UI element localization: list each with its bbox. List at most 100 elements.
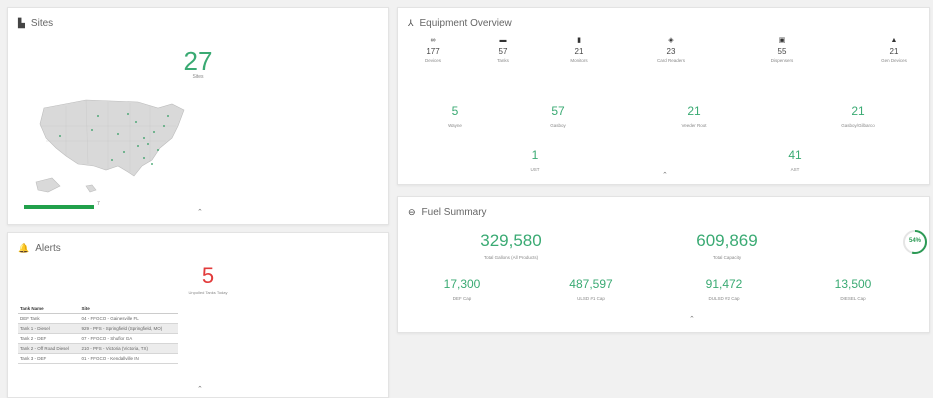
dispenser-icon: ▣: [778, 37, 786, 44]
tank-type-ust[interactable]: 1 UST: [495, 148, 575, 172]
dulsd2-cap: 91,472 DULSD #2 Cap: [674, 277, 774, 301]
manufacturer-label: Veeder Root: [681, 123, 707, 128]
sites-card: ▙ Sites 27 Sites 7 ⌃: [7, 7, 389, 225]
total-capacity-value: 609,869: [696, 231, 758, 250]
column-header-tank-name[interactable]: Tank Name: [18, 304, 80, 314]
equipment-label: Tanks: [497, 58, 509, 63]
equipment-label: Devices: [424, 58, 441, 63]
equipment-monitors[interactable]: ▮ 21 Monitors: [544, 36, 614, 63]
equipment-tanks[interactable]: ▬ 57 Tanks: [468, 36, 538, 63]
alerts-title-text: Alerts: [35, 243, 61, 254]
manufacturer-label: Wayne: [448, 123, 462, 128]
sitemap-icon: ⅄: [408, 18, 414, 28]
manufacturer-veeder-root[interactable]: 21 Veeder Root: [654, 104, 734, 128]
fuel-icon: ⊖: [408, 207, 416, 217]
tank-type-value: 41: [788, 148, 802, 162]
tank-name-cell: Tank 1 - Diesel: [18, 323, 80, 334]
equipment-dispensers[interactable]: ▣ 55 Dispensers: [747, 36, 817, 63]
table-row[interactable]: Tank 2 - Off Road Diesel 210 - PFS - Vic…: [18, 343, 178, 354]
alerts-count-label: Unpolled Tanks Today: [188, 290, 228, 295]
fuel-collapse-icon[interactable]: ⌃: [689, 315, 695, 323]
fuel-summary-card: ⊖ Fuel Summary 329,580 Total Gallons (Al…: [397, 196, 930, 333]
site-cell: 929 - PFS - Springfield (Springfield, MO…: [79, 323, 178, 334]
alerts-card: 🔔 Alerts 5 Unpolled Tanks Today Tank Nam…: [7, 232, 389, 398]
fuel-title-text: Fuel Summary: [421, 207, 487, 218]
equipment-value: 55: [777, 47, 787, 56]
equipment-label: Dispensers: [770, 58, 794, 63]
total-capacity-label: Total Capacity: [712, 255, 742, 260]
fuel-title: ⊖ Fuel Summary: [408, 207, 487, 218]
card-reader-icon: ◈: [668, 37, 674, 44]
infinity-icon: ∞: [430, 37, 436, 44]
equipment-value: 23: [666, 47, 676, 56]
bell-icon: 🔔: [18, 243, 30, 253]
cap-value: 487,597: [569, 277, 613, 291]
equipment-devices[interactable]: ∞ 177 Devices: [398, 36, 468, 63]
diesel-cap: 13,500 DIESEL Cap: [803, 277, 903, 301]
map-legend-label: 7: [97, 201, 100, 207]
table-row[interactable]: Tank 1 - Diesel 929 - PFS - Springfield …: [18, 323, 178, 334]
equipment-value: 21: [889, 47, 899, 56]
site-cell: 210 - PFS - Victoria (Victoria, TX): [79, 343, 178, 354]
alerts-title: 🔔 Alerts: [18, 243, 61, 254]
total-gallons: 329,580 Total Gallons (All Products): [431, 231, 591, 260]
cap-label: DIESEL Cap: [840, 296, 866, 301]
equipment-value: 177: [426, 47, 440, 56]
manufacturer-label: Gasboy: [550, 123, 566, 128]
equipment-value: 57: [498, 47, 508, 56]
manufacturer-wayne[interactable]: 5 Wayne: [415, 104, 495, 128]
manufacturer-value: 5: [451, 104, 459, 118]
table-row[interactable]: DEF Tank 04 - FFGCO - Gainesville FL: [18, 313, 178, 324]
cap-label: DULSD #2 Cap: [708, 296, 740, 301]
cap-value: 91,472: [705, 277, 743, 291]
cap-value: 13,500: [834, 277, 872, 291]
tank-type-value: 1: [531, 148, 539, 162]
column-header-site[interactable]: Site: [79, 304, 178, 314]
site-cell: 01 - FFGCO - Kendallville IN: [79, 353, 178, 364]
us-map[interactable]: [26, 86, 196, 196]
equipment-card-readers[interactable]: ◈ 23 Card Readers: [636, 36, 706, 63]
tank-name-cell: Tank 2 - Off Road Diesel: [18, 343, 80, 354]
sites-count: 27: [183, 46, 213, 76]
equipment-overview-card: ⅄ Equipment Overview ∞ 177 Devices ▬ 57 …: [397, 7, 930, 185]
cap-label: ULSD #1 Cap: [577, 296, 605, 301]
equipment-label: Monitors: [570, 58, 588, 63]
equipment-label: Card Readers: [656, 58, 685, 63]
alerts-collapse-icon[interactable]: ⌃: [197, 385, 203, 393]
sites-count-label: Sites: [192, 74, 204, 80]
chart-icon: ▮: [577, 37, 581, 44]
tank-name-cell: Tank 3 - DEF: [18, 353, 80, 364]
cap-value: 17,300: [443, 277, 481, 291]
table-row[interactable]: Tank 2 - DEF 07 - FFGCO - Shuflor GA: [18, 333, 178, 344]
equipment-collapse-icon[interactable]: ⌃: [662, 171, 668, 179]
manufacturer-label: Gasboy/Gilbarco: [841, 123, 875, 128]
site-cell: 07 - FFGCO - Shuflor GA: [79, 333, 178, 344]
manufacturer-value: 57: [551, 104, 565, 118]
tank-table: Tank Name Site DEF Tank 04 - FFGCO - Gai…: [18, 304, 178, 364]
building-icon: ▙: [18, 18, 25, 28]
equipment-summary-row: ∞ 177 Devices ▬ 57 Tanks ▮ 21 Monitors ◈…: [398, 36, 931, 81]
manufacturer-gasboy[interactable]: 57 Gasboy: [518, 104, 598, 128]
equipment-value: 21: [574, 47, 584, 56]
total-gallons-label: Total Gallons (All Products): [483, 255, 539, 260]
gauge-percent-label: 54%: [908, 238, 921, 244]
tank-name-cell: Tank 2 - DEF: [18, 333, 80, 344]
def-cap: 17,300 DEF Cap: [412, 277, 512, 301]
manufacturer-gasboy-gilbarco[interactable]: 21 Gasboy/Gilbarco: [818, 104, 898, 128]
map-legend-bar: [24, 205, 94, 209]
total-gallons-value: 329,580: [480, 231, 542, 250]
manufacturer-value: 21: [851, 104, 865, 118]
gen-device-icon: ▲: [890, 37, 898, 44]
tank-icon: ▬: [499, 37, 507, 44]
table-row[interactable]: Tank 3 - DEF 01 - FFGCO - Kendallville I…: [18, 353, 178, 364]
sites-title-text: Sites: [30, 18, 54, 29]
ulsd1-cap: 487,597 ULSD #1 Cap: [541, 277, 641, 301]
sites-collapse-icon[interactable]: ⌃: [197, 208, 203, 216]
tank-type-ast[interactable]: 41 AST: [755, 148, 835, 172]
equipment-title-text: Equipment Overview: [419, 18, 512, 29]
equipment-gen-devices[interactable]: ▲ 21 Gen Devices: [859, 36, 929, 63]
total-capacity: 609,869 Total Capacity: [647, 231, 807, 260]
sites-title: ▙ Sites: [18, 18, 53, 29]
site-cell: 04 - FFGCO - Gainesville FL: [79, 313, 178, 324]
manufacturer-value: 21: [687, 104, 701, 118]
